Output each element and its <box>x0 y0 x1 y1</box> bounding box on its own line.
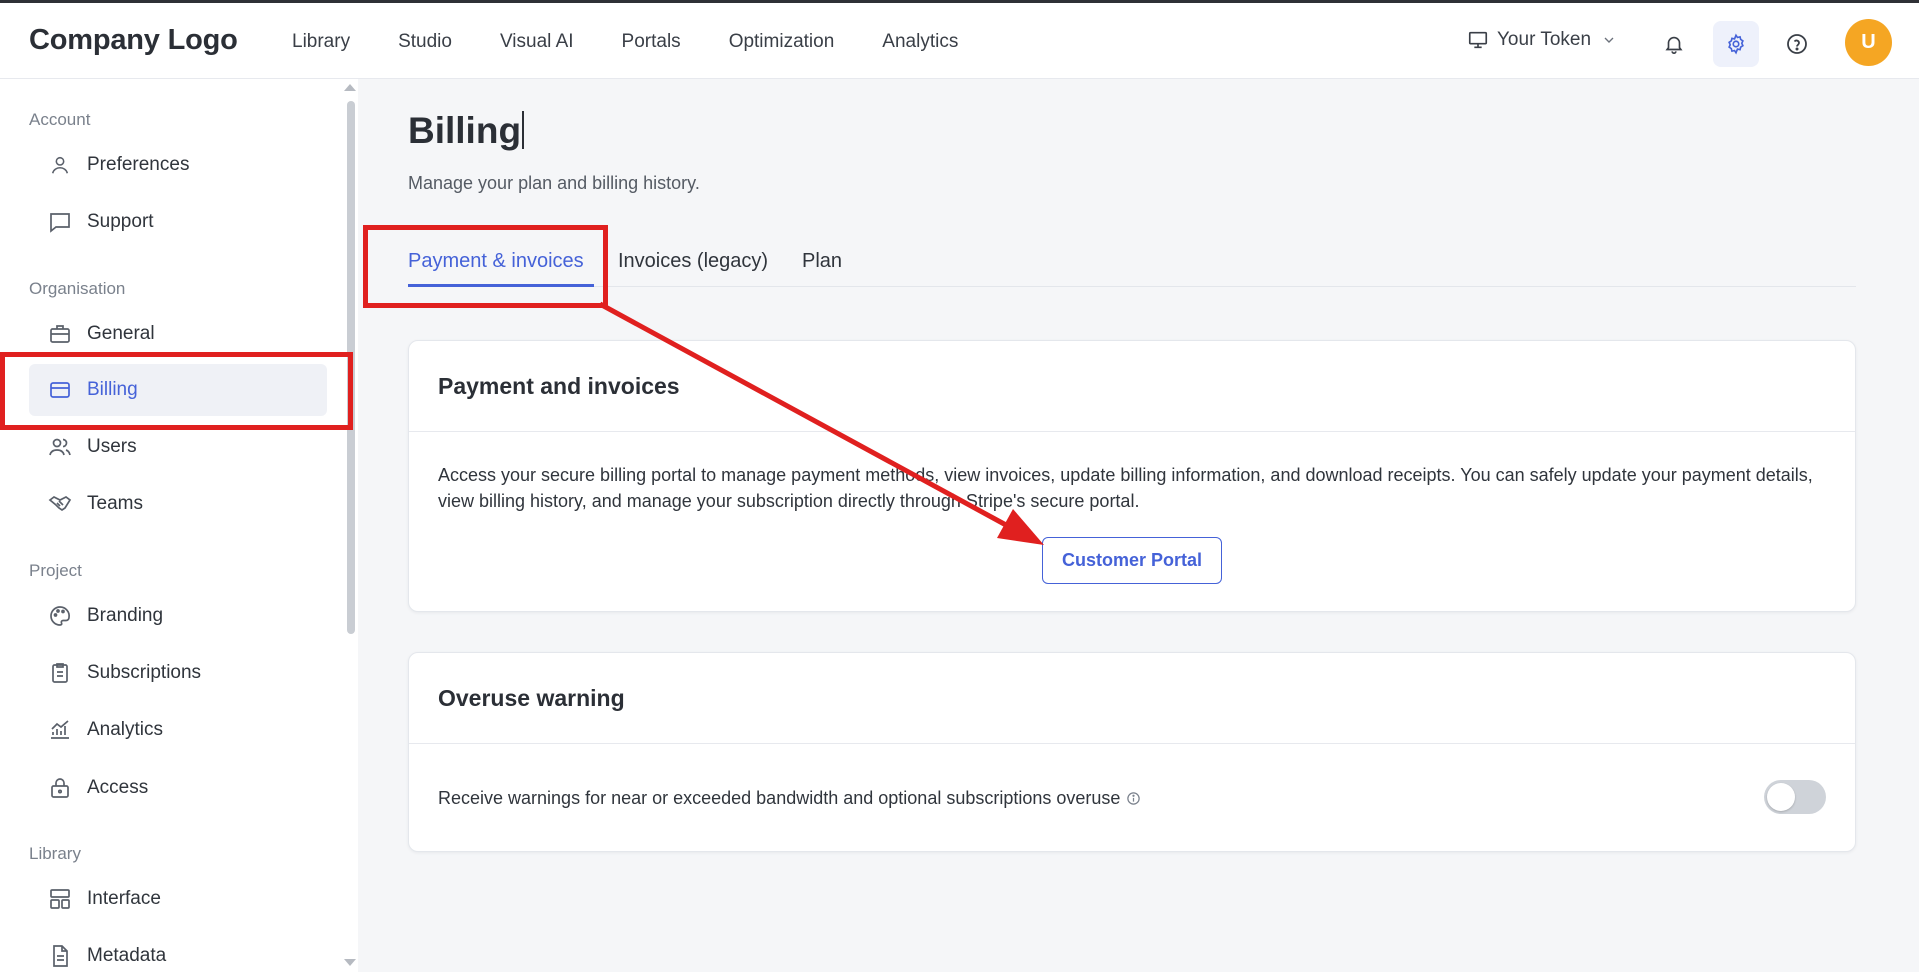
section-library: Library <box>29 844 81 863</box>
sidebar-item-label: Users <box>87 436 137 457</box>
overuse-warning-text: Receive warnings for near or exceeded ba… <box>438 788 1141 809</box>
customer-portal-button[interactable]: Customer Portal <box>1042 537 1222 584</box>
sidebar-item-label: General <box>87 323 155 344</box>
top-bar: Company Logo Library Studio Visual AI Po… <box>0 0 1919 79</box>
lock-icon <box>47 775 73 801</box>
toggle-knob <box>1767 783 1795 811</box>
avatar[interactable]: U <box>1845 19 1892 66</box>
scroll-up-arrow[interactable] <box>344 84 356 91</box>
company-logo[interactable]: Company Logo <box>29 24 238 57</box>
document-icon <box>47 943 73 969</box>
info-icon[interactable] <box>1126 791 1141 806</box>
sidebar-item-branding[interactable]: Branding <box>29 590 327 642</box>
nav-portals[interactable]: Portals <box>622 31 681 53</box>
card-description: Access your secure billing portal to man… <box>438 465 1813 511</box>
nav-visual-ai[interactable]: Visual AI <box>500 31 574 53</box>
payment-invoices-card: Payment and invoices Access your secure … <box>408 340 1856 612</box>
nav-library[interactable]: Library <box>292 31 350 53</box>
gear-icon <box>1728 33 1744 55</box>
sidebar-item-billing[interactable]: Billing <box>29 364 327 416</box>
sidebar-item-preferences[interactable]: Preferences <box>29 139 327 191</box>
sidebar-item-label: Support <box>87 211 154 232</box>
settings-sidebar: Account Preferences Support Organisation… <box>0 79 358 972</box>
card-title: Overuse warning <box>409 653 1855 744</box>
sidebar-item-interface[interactable]: Interface <box>29 873 327 925</box>
notifications-button[interactable] <box>1651 21 1697 67</box>
users-icon <box>47 434 73 460</box>
help-button[interactable] <box>1774 21 1820 67</box>
overuse-warning-card: Overuse warning Receive warnings for nea… <box>408 652 1856 852</box>
main-nav: Library Studio Visual AI Portals Optimiz… <box>292 31 1006 53</box>
page-subtitle: Manage your plan and billing history. <box>408 173 700 193</box>
credit-card-icon <box>47 377 73 403</box>
scroll-down-arrow[interactable] <box>344 959 356 966</box>
settings-button[interactable] <box>1713 21 1759 67</box>
sidebar-item-label: Subscriptions <box>87 662 202 683</box>
tab-payment-invoices[interactable]: Payment & invoices <box>408 250 584 273</box>
sidebar-item-label: Interface <box>87 888 161 909</box>
analytics-chart-icon <box>47 717 73 743</box>
layout-icon <box>47 886 73 912</box>
sidebar-item-teams[interactable]: Teams <box>29 478 327 530</box>
tab-invoices-legacy[interactable]: Invoices (legacy) <box>618 250 768 273</box>
sidebar-scrollbar[interactable] <box>347 101 355 634</box>
token-label: Your Token <box>1497 29 1592 50</box>
section-organisation: Organisation <box>29 279 126 298</box>
sidebar-item-label: Branding <box>87 605 164 626</box>
sidebar-item-access[interactable]: Access <box>29 762 327 814</box>
overuse-warning-toggle[interactable] <box>1764 780 1826 814</box>
sidebar-item-label: Billing <box>87 379 138 400</box>
text-caret <box>522 111 525 149</box>
presentation-icon <box>1468 31 1488 49</box>
sidebar-item-label: Access <box>87 777 149 798</box>
billing-tabs: Payment & invoices Invoices (legacy) Pla… <box>408 240 1856 287</box>
briefcase-icon <box>47 321 73 347</box>
chevron-down-icon <box>1604 37 1614 43</box>
sidebar-item-label: Metadata <box>87 945 167 966</box>
nav-optimization[interactable]: Optimization <box>729 31 835 53</box>
sidebar-item-analytics[interactable]: Analytics <box>29 704 327 756</box>
bell-icon <box>1665 36 1683 54</box>
sidebar-item-metadata[interactable]: Metadata <box>29 930 327 972</box>
user-icon <box>47 152 73 178</box>
card-title: Payment and invoices <box>409 341 1855 432</box>
sidebar-item-users[interactable]: Users <box>29 421 327 473</box>
nav-analytics[interactable]: Analytics <box>882 31 958 53</box>
overuse-warning-label: Receive warnings for near or exceeded ba… <box>438 788 1121 808</box>
help-icon <box>1787 34 1807 54</box>
chat-bubble-icon <box>47 209 73 235</box>
clipboard-icon <box>47 660 73 686</box>
nav-studio[interactable]: Studio <box>398 31 452 53</box>
sidebar-item-general[interactable]: General <box>29 308 327 360</box>
sidebar-item-label: Preferences <box>87 154 190 175</box>
page-title: Billing <box>408 110 525 152</box>
sidebar-item-label: Teams <box>87 493 143 514</box>
section-project: Project <box>29 561 82 580</box>
palette-icon <box>47 603 73 629</box>
tab-plan[interactable]: Plan <box>802 250 842 273</box>
handshake-icon <box>47 491 73 517</box>
active-tab-indicator <box>408 284 594 287</box>
sidebar-item-subscriptions[interactable]: Subscriptions <box>29 647 327 699</box>
token-selector[interactable]: Your Token <box>1467 29 1617 51</box>
sidebar-item-label: Analytics <box>87 719 164 740</box>
section-account: Account <box>29 110 91 129</box>
sidebar-item-support[interactable]: Support <box>29 196 327 248</box>
